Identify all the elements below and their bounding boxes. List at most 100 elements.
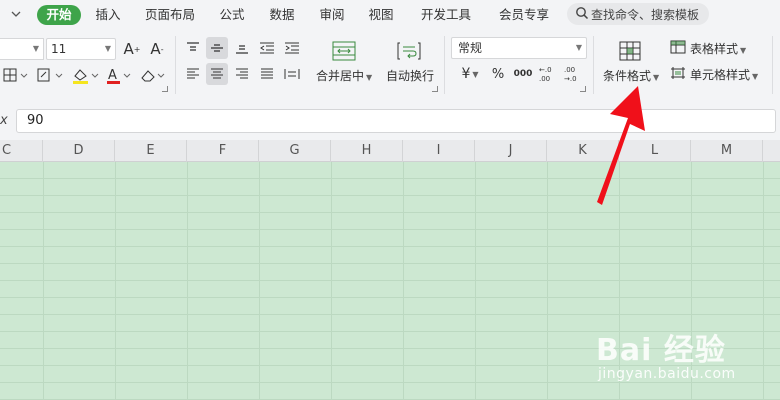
conditional-format-button[interactable] xyxy=(618,40,642,62)
fill-bucket-icon xyxy=(73,69,99,84)
borders-button[interactable] xyxy=(2,65,30,85)
watermark-url: jingyan.baidu.com xyxy=(598,366,736,382)
chevron-down-icon: ▼ xyxy=(104,44,111,53)
decrease-font-size-button[interactable]: A- xyxy=(146,38,168,60)
align-center-button[interactable] xyxy=(206,63,228,85)
clear-format-button[interactable] xyxy=(138,65,168,87)
chevron-down-icon: ▼ xyxy=(575,43,582,52)
column-header[interactable]: I xyxy=(403,140,475,162)
cell-style-label[interactable]: 单元格样式 ▼ xyxy=(690,66,758,83)
conditional-format-icon xyxy=(619,41,641,61)
font-dialog-launcher[interactable] xyxy=(162,86,168,92)
borders-icon xyxy=(3,68,28,82)
wrap-text-button[interactable] xyxy=(396,40,422,62)
divider xyxy=(772,36,773,94)
align-top-button[interactable] xyxy=(182,38,204,58)
search-placeholder: 查找命令、搜索模板 xyxy=(591,7,700,22)
chevron-down-icon[interactable] xyxy=(9,8,23,22)
decrease-decimal-button[interactable]: .00 →.0 xyxy=(561,62,583,86)
align-right-icon xyxy=(236,68,248,79)
column-header[interactable]: M xyxy=(691,140,763,162)
align-bottom-button[interactable] xyxy=(231,38,253,58)
tab-view[interactable]: 视图 xyxy=(361,5,401,25)
format-cells-icon xyxy=(37,68,63,82)
decrease-decimal-icon: .00→.0 xyxy=(564,66,577,83)
number-format-value: 常规 xyxy=(458,41,483,55)
tab-insert[interactable]: 插入 xyxy=(87,5,129,25)
menu-bar: 开始 插入 页面布局 公式 数据 审阅 视图 开发工具 会员专享 查找命令、搜索… xyxy=(0,0,780,30)
tab-data[interactable]: 数据 xyxy=(262,5,302,25)
merge-cells-icon xyxy=(332,41,356,61)
column-header[interactable]: C xyxy=(0,140,43,162)
divider xyxy=(175,36,176,94)
font-size-value: 11 xyxy=(51,42,67,56)
formula-bar: x 90 xyxy=(0,108,780,134)
number-format-select[interactable]: 常规 ▼ xyxy=(451,37,587,59)
divider xyxy=(593,36,594,94)
tab-review[interactable]: 审阅 xyxy=(312,5,352,25)
font-color-button[interactable]: A xyxy=(104,65,134,87)
column-header[interactable]: J xyxy=(475,140,547,162)
merge-center-button[interactable] xyxy=(330,40,358,62)
merge-center-label[interactable]: 合并居中 ▼ xyxy=(316,67,372,84)
align-middle-button[interactable] xyxy=(206,37,228,59)
currency-button[interactable]: ¥ ▼ xyxy=(455,64,485,84)
font-size-select[interactable]: 11 ▼ xyxy=(46,38,116,60)
conditional-format-label[interactable]: 条件格式 ▼ xyxy=(603,67,659,84)
column-header-row: C D E F G H I J K L M xyxy=(0,140,780,162)
increase-indent-button[interactable] xyxy=(281,38,303,58)
font-color-icon: A xyxy=(107,68,131,84)
formula-input[interactable]: 90 xyxy=(16,109,776,133)
wrap-text-label[interactable]: 自动换行 xyxy=(386,67,434,84)
svg-text:←.0: ←.0 xyxy=(539,66,552,74)
number-dialog-launcher[interactable] xyxy=(580,86,586,92)
column-header[interactable]: F xyxy=(187,140,259,162)
column-header[interactable]: G xyxy=(259,140,331,162)
search-icon xyxy=(575,6,589,23)
baidu-jingyan-watermark: Bai 经验 xyxy=(596,333,726,368)
format-painter-button[interactable] xyxy=(36,65,66,85)
column-header[interactable]: D xyxy=(43,140,115,162)
column-header[interactable]: H xyxy=(331,140,403,162)
column-header[interactable]: E xyxy=(115,140,187,162)
alignment-dialog-launcher[interactable] xyxy=(432,86,438,92)
distributed-button[interactable] xyxy=(281,63,303,85)
column-header[interactable]: K xyxy=(547,140,619,162)
thousands-separator-button[interactable]: 000 xyxy=(511,64,535,84)
tab-member[interactable]: 会员专享 xyxy=(492,5,556,25)
increase-decimal-button[interactable]: ←.0.00 xyxy=(536,62,558,86)
align-left-button[interactable] xyxy=(182,63,204,85)
increase-decimal-icon: ←.0.00 xyxy=(539,66,552,83)
tab-formulas[interactable]: 公式 xyxy=(212,5,252,25)
align-top-icon xyxy=(187,42,199,51)
table-style-icon xyxy=(670,40,686,54)
wrap-text-icon xyxy=(397,42,421,60)
svg-text:.00: .00 xyxy=(539,75,550,83)
ribbon-home: ▼ 11 ▼ A + A- A 合并居中 ▼ 自动换行 常规 ▼ ¥ ▼ % 0… xyxy=(0,30,780,98)
eraser-icon xyxy=(141,70,165,82)
svg-text:→.0: →.0 xyxy=(564,75,577,83)
increase-font-size-button[interactable]: A + xyxy=(121,38,143,60)
svg-text:.00: .00 xyxy=(564,66,575,74)
outdent-icon xyxy=(260,42,274,54)
tab-page-layout[interactable]: 页面布局 xyxy=(140,5,200,25)
align-center-icon xyxy=(211,68,223,79)
cell-style-icon-button[interactable] xyxy=(667,64,689,82)
font-name-select[interactable]: ▼ xyxy=(0,38,44,60)
tab-home[interactable]: 开始 xyxy=(37,5,81,25)
distributed-icon xyxy=(284,69,300,79)
fill-color-button[interactable] xyxy=(70,65,102,87)
percent-button[interactable]: % xyxy=(488,64,508,84)
cell-style-icon xyxy=(671,67,685,79)
table-style-icon-button[interactable] xyxy=(667,38,689,56)
justify-button[interactable] xyxy=(256,63,278,85)
fx-label[interactable]: x xyxy=(0,113,8,128)
command-search-box[interactable]: 查找命令、搜索模板 xyxy=(567,3,709,25)
align-right-button[interactable] xyxy=(231,63,253,85)
indent-icon xyxy=(285,42,299,54)
svg-text:A: A xyxy=(108,68,117,83)
column-header[interactable]: L xyxy=(619,140,691,162)
table-style-label[interactable]: 表格样式 ▼ xyxy=(690,40,746,57)
decrease-indent-button[interactable] xyxy=(256,38,278,58)
tab-developer[interactable]: 开发工具 xyxy=(414,5,478,25)
